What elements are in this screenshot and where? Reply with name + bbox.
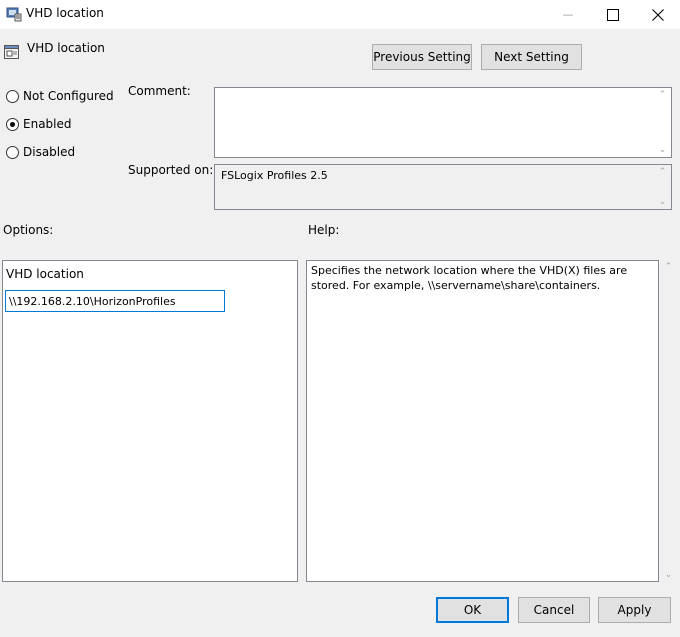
maximize-button[interactable] [590,0,636,29]
radio-not-configured[interactable]: Not Configured [6,89,114,103]
scroll-up-icon: ⌃ [664,262,673,272]
radio-label: Not Configured [23,89,114,103]
radio-enabled[interactable]: Enabled [6,117,72,131]
apply-label: Apply [617,603,652,617]
supported-on-label: Supported on: [128,163,214,177]
minimize-button[interactable]: — [545,0,591,29]
vhd-location-input[interactable] [5,290,225,312]
close-button[interactable] [635,0,680,29]
setting-icon [4,45,19,59]
next-setting-button[interactable]: Next Setting [481,44,582,70]
comment-label: Comment: [128,84,191,98]
next-setting-label: Next Setting [494,50,569,64]
scroll-down-icon: ⌄ [658,145,667,155]
options-panel: VHD location [2,260,298,582]
previous-setting-button[interactable]: Previous Setting [372,44,472,70]
supported-scrollbar[interactable]: ⌃ ⌄ [654,165,671,209]
cancel-button[interactable]: Cancel [518,597,590,623]
radio-label: Enabled [23,117,72,131]
minimize-icon: — [562,8,574,21]
help-scrollbar[interactable]: ⌃ ⌄ [660,260,677,582]
apply-button[interactable]: Apply [598,597,671,623]
window-title: VHD location [26,6,104,20]
supported-on-value: FSLogix Profiles 2.5 [221,169,328,182]
options-label: Options: [3,223,54,237]
setting-title: VHD location [27,41,105,55]
ok-button[interactable]: OK [436,597,509,623]
supported-on-box: FSLogix Profiles 2.5 ⌃ ⌄ [214,164,672,210]
previous-setting-label: Previous Setting [373,50,471,64]
maximize-icon [607,8,619,21]
radio-disabled[interactable]: Disabled [6,145,75,159]
radio-label: Disabled [23,145,76,159]
title-bar: VHD location — [0,0,680,29]
policy-icon [6,7,22,22]
help-panel: Specifies the network location where the… [306,260,659,582]
comment-textarea[interactable]: ⌃ ⌄ [214,87,672,158]
scroll-down-icon: ⌄ [658,197,667,207]
radio-circle-selected [6,117,19,131]
vhd-location-label: VHD location [6,267,84,281]
scroll-up-icon: ⌃ [658,90,667,100]
comment-scrollbar[interactable]: ⌃ ⌄ [654,88,671,157]
ok-label: OK [463,603,482,617]
radio-circle [6,89,19,103]
help-label: Help: [308,223,340,237]
cancel-label: Cancel [533,603,575,617]
close-icon [652,8,664,21]
help-text: Specifies the network location where the… [311,264,628,292]
radio-circle [6,145,19,159]
scroll-up-icon: ⌃ [658,167,667,177]
scroll-down-icon: ⌄ [664,570,673,580]
